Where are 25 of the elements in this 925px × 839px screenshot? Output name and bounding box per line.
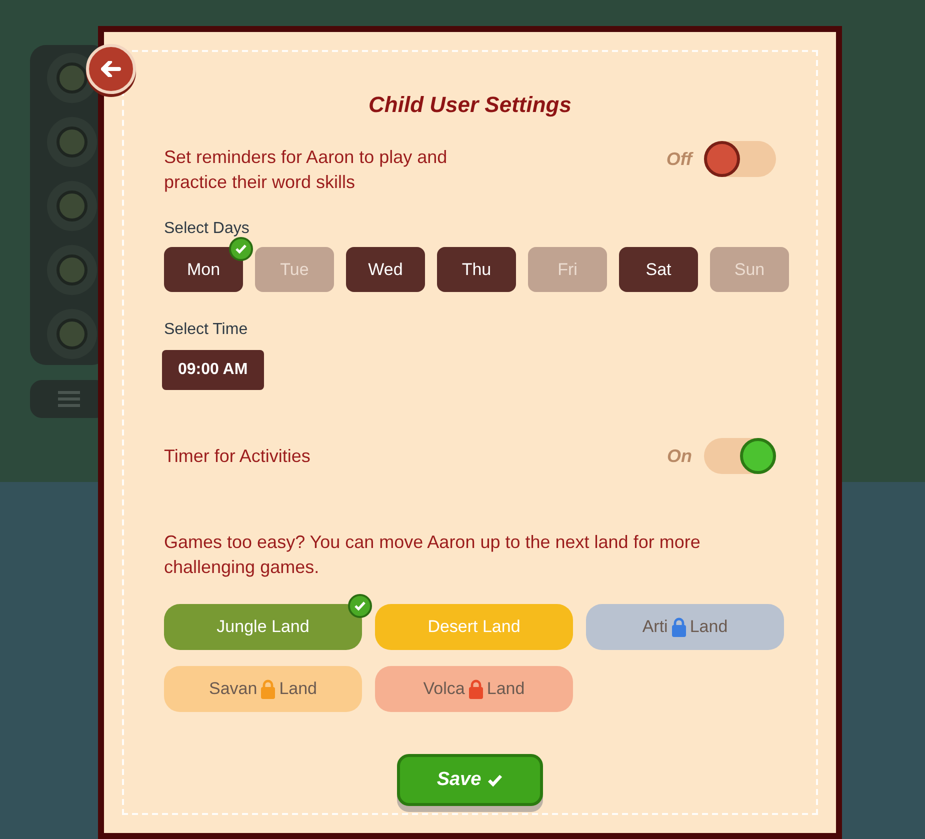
- day-button[interactable]: Sat: [619, 247, 698, 292]
- menu-icon: [58, 391, 80, 407]
- lands-description: Games too easy? You can move Aaron up to the next land for more challenging games.: [164, 531, 702, 579]
- land-button[interactable]: Savan Land: [164, 666, 362, 712]
- lock-icon: [672, 617, 686, 637]
- lock-icon: [468, 679, 483, 699]
- toggle-state-label: Off: [666, 148, 692, 170]
- day-button[interactable]: Mon: [164, 247, 243, 292]
- land-button[interactable]: Volca Land: [375, 666, 573, 712]
- land-button[interactable]: Arti Land: [586, 604, 784, 650]
- land-button[interactable]: Jungle Land: [164, 604, 362, 650]
- section-label: Select Days: [164, 219, 250, 239]
- reminder-label: Set reminders for Aaron to play and practice their word skills: [164, 146, 448, 194]
- timer-label: Timer for Activities: [164, 444, 310, 468]
- time-picker-button[interactable]: 09:00 AM: [162, 350, 264, 390]
- dialog-title: Child User Settings: [368, 91, 572, 119]
- check-icon: [487, 774, 504, 786]
- toggle-switch[interactable]: [704, 141, 776, 177]
- day-button[interactable]: Wed: [346, 247, 425, 292]
- toggle-state-label: On: [667, 444, 692, 468]
- back-arrow-icon: [101, 61, 121, 77]
- section-label: Select Time: [164, 320, 249, 340]
- day-button[interactable]: Thu: [437, 247, 516, 292]
- toggle-switch[interactable]: [704, 438, 776, 474]
- lock-icon: [261, 679, 276, 699]
